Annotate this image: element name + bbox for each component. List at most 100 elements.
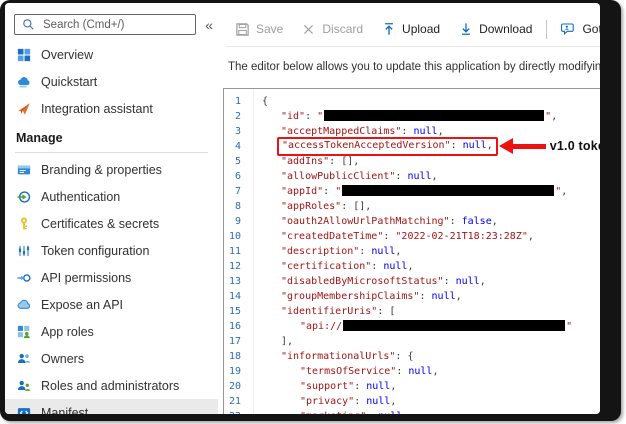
sidebar-item-owners[interactable]: Owners — [5, 345, 218, 372]
sidebar-item-branding-properties[interactable]: Branding & properties — [5, 156, 218, 183]
manifest-icon — [16, 406, 31, 415]
download-button[interactable]: Download — [449, 17, 541, 41]
sidebar-item-certificates-secrets[interactable]: Certificates & secrets — [5, 210, 218, 237]
code-token: : — [401, 126, 413, 137]
feedback-icon — [561, 22, 576, 36]
quickstart-icon — [16, 75, 31, 89]
search-box[interactable] — [14, 14, 196, 35]
code-token: , — [551, 111, 557, 122]
code-token: , — [432, 171, 438, 182]
code-token: null — [432, 291, 456, 302]
sidebar-item-manifest[interactable]: Manifest — [5, 399, 218, 414]
code-token: "termsOfService" — [300, 366, 396, 377]
upload-button[interactable]: Upload — [372, 17, 449, 41]
code-token: null — [378, 411, 402, 414]
code-token: null — [463, 140, 487, 151]
save-button[interactable]: Save — [226, 17, 292, 41]
code-token: : — [323, 186, 335, 197]
line-number: 19 — [224, 364, 241, 379]
sidebar-item-app-roles[interactable]: App roles — [5, 318, 218, 345]
code-token: : — [395, 351, 407, 362]
annotation: v1.0 token — [498, 138, 600, 154]
code-token: null — [413, 126, 437, 137]
sidebar-item-label: Manifest — [41, 406, 88, 415]
line-number: 18 — [224, 349, 241, 364]
code-line: "support": null, — [262, 379, 600, 394]
sidebar-item-quickstart[interactable]: Quickstart — [5, 68, 218, 95]
code-line: "appId": "", — [262, 184, 600, 199]
code-token: null — [366, 381, 390, 392]
discard-icon — [301, 23, 316, 36]
sidebar-item-token-configuration[interactable]: Token configuration — [5, 237, 218, 264]
code-line: "appRoles": [], — [262, 199, 600, 214]
code-token: : — [366, 411, 378, 414]
got-feedback--button[interactable]: Got feedback? — [552, 17, 600, 41]
code-token: null — [383, 261, 407, 272]
line-number: 8 — [224, 199, 241, 214]
code-line: "api:// " — [262, 319, 600, 334]
code-line: "informationalUrls": { — [262, 349, 600, 364]
code-token: "informationalUrls" — [281, 351, 395, 362]
code-token: [ — [389, 306, 395, 317]
line-number: 4 — [224, 139, 241, 154]
code-token: null — [407, 171, 431, 182]
sidebar-collapse-button[interactable]: « — [203, 15, 215, 35]
certificates-icon — [16, 217, 31, 231]
sidebar-divider — [15, 152, 208, 153]
api-permissions-icon — [16, 271, 31, 285]
owners-icon — [16, 352, 31, 366]
code-line: "privacy": null, — [262, 394, 600, 409]
sidebar-item-label: Quickstart — [41, 75, 97, 89]
code-token: "allowPublicClient" — [281, 171, 395, 182]
line-number: 22 — [224, 409, 241, 414]
code-token: "createdDateTime" — [281, 231, 383, 242]
line-number: 13 — [224, 274, 241, 289]
code-token: "api:// — [300, 321, 342, 332]
code-token: "2022-02-21T18:23:28Z" — [395, 231, 527, 242]
sidebar-nav: Overview Quickstart Integration assistant M… — [5, 41, 218, 414]
line-number: 1 — [224, 94, 241, 109]
code-line: "addIns": [], — [262, 154, 600, 169]
code-token: : — [444, 276, 456, 287]
code-token: , — [407, 261, 413, 272]
download-icon — [458, 22, 473, 36]
sidebar-item-label: Authentication — [41, 190, 120, 204]
code-token: : — [395, 171, 407, 182]
sidebar-item-expose-an-api[interactable]: Expose an API — [5, 291, 218, 318]
line-number: 16 — [224, 319, 241, 334]
code-token: : — [305, 111, 317, 122]
code-token: " — [317, 111, 323, 122]
code-token: null — [456, 276, 480, 287]
code-area[interactable]: {"id": "","acceptMappedClaims": null,"ac… — [254, 89, 600, 414]
code-token: : — [359, 246, 371, 257]
toolbar-button-label: Save — [256, 22, 283, 36]
code-token: : — [354, 381, 366, 392]
code-token: " — [566, 321, 572, 332]
code-line: "certification": null, — [262, 259, 600, 274]
expose-api-icon — [16, 298, 31, 312]
annotation-arrow-icon — [499, 138, 546, 154]
code-token: : — [377, 306, 389, 317]
search-input[interactable] — [41, 18, 189, 32]
code-token: [], — [353, 201, 371, 212]
code-line: "description": null, — [262, 244, 600, 259]
line-number: 11 — [224, 244, 241, 259]
sidebar-item-roles-and-administrators[interactable]: Roles and administrators — [5, 372, 218, 399]
code-token: "groupMembershipClaims" — [281, 291, 419, 302]
sidebar-item-overview[interactable]: Overview — [5, 41, 218, 68]
branding-icon — [16, 163, 31, 177]
sidebar-item-integration-assistant[interactable]: Integration assistant — [5, 95, 218, 122]
code-token: "disabledByMicrosoftStatus" — [281, 276, 444, 287]
sidebar-item-api-permissions[interactable]: API permissions — [5, 264, 218, 291]
main-pane: SaveDiscardUploadDownloadGot feedback? T… — [218, 3, 600, 414]
line-number: 5 — [224, 154, 241, 169]
highlight-box: "accessTokenAcceptedVersion": null, — [277, 137, 498, 156]
sidebar-item-authentication[interactable]: Authentication — [5, 183, 218, 210]
code-token: [], — [341, 156, 359, 167]
code-token: " — [335, 186, 341, 197]
annotation-label: v1.0 token — [550, 139, 600, 154]
save-icon — [235, 22, 250, 37]
code-token: : — [451, 140, 463, 151]
discard-button[interactable]: Discard — [292, 17, 372, 41]
manifest-json-editor[interactable]: 12345678910111213141516171819202122 {"id… — [223, 88, 600, 414]
